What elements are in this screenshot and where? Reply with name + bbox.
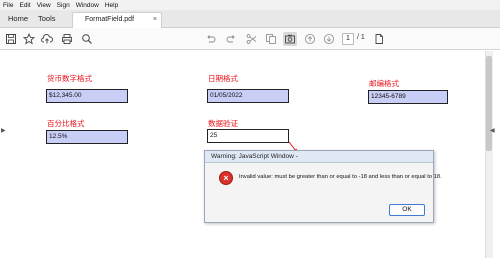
page-icon[interactable] xyxy=(372,32,386,46)
scrollbar-thumb[interactable] xyxy=(486,56,492,151)
menu-window[interactable]: Window xyxy=(73,2,102,9)
zip-field[interactable]: 12345-6789 xyxy=(368,90,448,104)
menu-bar: File Edit View Sign Window Help xyxy=(0,0,500,10)
menu-help[interactable]: Help xyxy=(102,2,121,9)
right-panel-toggle-icon[interactable]: ◀ xyxy=(490,127,495,134)
percent-format-label: 百分比格式 xyxy=(47,119,85,128)
error-icon: × xyxy=(219,171,233,185)
tab-document-label: FormatField.pdf xyxy=(85,16,135,23)
date-format-label: 日期格式 xyxy=(208,74,238,83)
bookmark-star-icon[interactable] xyxy=(22,32,36,46)
page-up-icon[interactable] xyxy=(303,32,317,46)
zoom-icon[interactable] xyxy=(80,32,94,46)
print-icon[interactable] xyxy=(60,32,74,46)
undo-icon[interactable] xyxy=(204,32,218,46)
menu-view[interactable]: View xyxy=(34,2,54,9)
tab-bar: Home Tools FormatField.pdf × xyxy=(0,10,500,28)
page-down-icon[interactable] xyxy=(322,32,336,46)
tab-home[interactable]: Home xyxy=(8,10,28,28)
dialog-message: Invalid value: must be greater than or e… xyxy=(239,174,442,180)
tab-document[interactable]: FormatField.pdf × xyxy=(72,12,162,28)
snapshot-icon[interactable] xyxy=(283,32,297,46)
zip-format-label: 邮编格式 xyxy=(369,79,399,88)
upload-icon[interactable] xyxy=(40,32,54,46)
javascript-warning-dialog: Warning: JavaScript Window - × Invalid v… xyxy=(204,150,442,223)
menu-sign[interactable]: Sign xyxy=(54,2,73,9)
validation-field[interactable]: 25 xyxy=(207,129,289,143)
data-validation-label: 数据验证 xyxy=(208,119,238,128)
toolbar: 1 / 1 xyxy=(0,28,500,50)
ok-button[interactable]: OK xyxy=(389,204,425,216)
close-tab-icon[interactable]: × xyxy=(153,13,157,27)
dialog-title: Warning: JavaScript Window - xyxy=(205,151,433,163)
page-count: / 1 xyxy=(357,34,365,41)
date-field[interactable]: 01/05/2022 xyxy=(207,89,289,103)
menu-file[interactable]: File xyxy=(0,2,16,9)
cut-icon[interactable] xyxy=(244,32,258,46)
left-panel-toggle-icon[interactable]: ▶ xyxy=(1,127,6,134)
redo-icon[interactable] xyxy=(224,32,238,46)
tab-tools[interactable]: Tools xyxy=(38,10,56,28)
currency-format-label: 货币数字格式 xyxy=(47,74,92,83)
page-number-input[interactable]: 1 xyxy=(342,33,354,45)
percent-field[interactable]: 12.5% xyxy=(46,130,128,144)
copy-icon[interactable] xyxy=(264,32,278,46)
menu-edit[interactable]: Edit xyxy=(16,2,33,9)
currency-field[interactable]: $12,345.00 xyxy=(46,89,128,103)
save-icon[interactable] xyxy=(4,32,18,46)
